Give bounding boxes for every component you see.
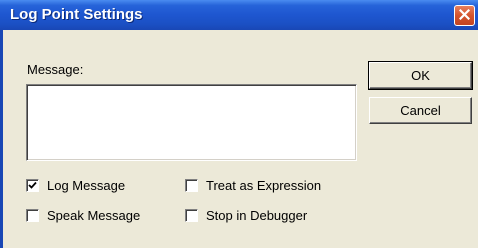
speak-message-checkbox[interactable] [26,208,39,222]
treat-as-expression-option[interactable]: Treat as Expression [185,177,321,193]
title-bar[interactable]: Log Point Settings [0,0,478,30]
treat-as-expression-checkbox[interactable] [185,178,198,192]
log-message-label: Log Message [47,177,126,193]
ok-button[interactable]: OK [368,61,473,90]
stop-in-debugger-option[interactable]: Stop in Debugger [185,207,307,223]
stop-in-debugger-label: Stop in Debugger [206,207,308,223]
message-input[interactable] [26,84,357,161]
message-label: Message: [27,62,84,77]
cancel-button[interactable]: Cancel [369,97,472,124]
window-frame-left [0,30,3,248]
close-button[interactable] [454,5,475,26]
speak-message-label: Speak Message [47,207,141,223]
close-icon [458,7,471,25]
log-point-settings-dialog: Log Point Settings Message: OK Cancel Lo… [0,0,478,248]
treat-as-expression-label: Treat as Expression [206,177,322,193]
log-message-checkbox[interactable] [26,178,39,192]
log-message-option[interactable]: Log Message [26,177,125,193]
stop-in-debugger-checkbox[interactable] [185,208,198,222]
checkmark-icon [28,181,37,189]
speak-message-option[interactable]: Speak Message [26,207,140,223]
dialog-title: Log Point Settings [10,6,143,23]
